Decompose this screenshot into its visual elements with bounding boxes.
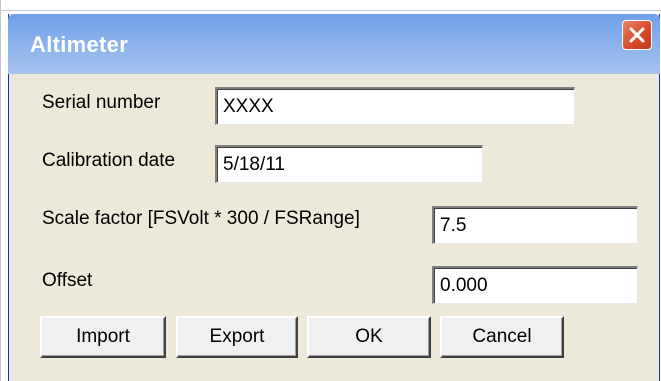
import-button[interactable]: Import <box>40 316 166 358</box>
background-line <box>0 10 661 11</box>
export-button[interactable]: Export <box>176 316 298 358</box>
scale-factor-label: Scale factor [FSVolt * 300 / FSRange] <box>42 208 360 229</box>
close-icon <box>629 27 645 43</box>
title-bar[interactable]: Altimeter <box>8 14 660 74</box>
ok-button[interactable]: OK <box>307 316 431 358</box>
close-button[interactable] <box>622 20 652 50</box>
scale-factor-field[interactable]: 7.5 <box>432 206 638 244</box>
offset-field[interactable]: 0.000 <box>432 266 638 304</box>
offset-label: Offset <box>42 270 93 291</box>
cancel-button[interactable]: Cancel <box>440 316 564 358</box>
window-title: Altimeter <box>30 32 129 57</box>
calibration-date-field[interactable]: 5/18/11 <box>215 145 483 183</box>
serial-number-label: Serial number <box>42 92 161 113</box>
background-line <box>0 0 1 381</box>
calibration-date-label: Calibration date <box>42 150 176 171</box>
serial-number-field[interactable]: XXXX <box>215 87 575 125</box>
